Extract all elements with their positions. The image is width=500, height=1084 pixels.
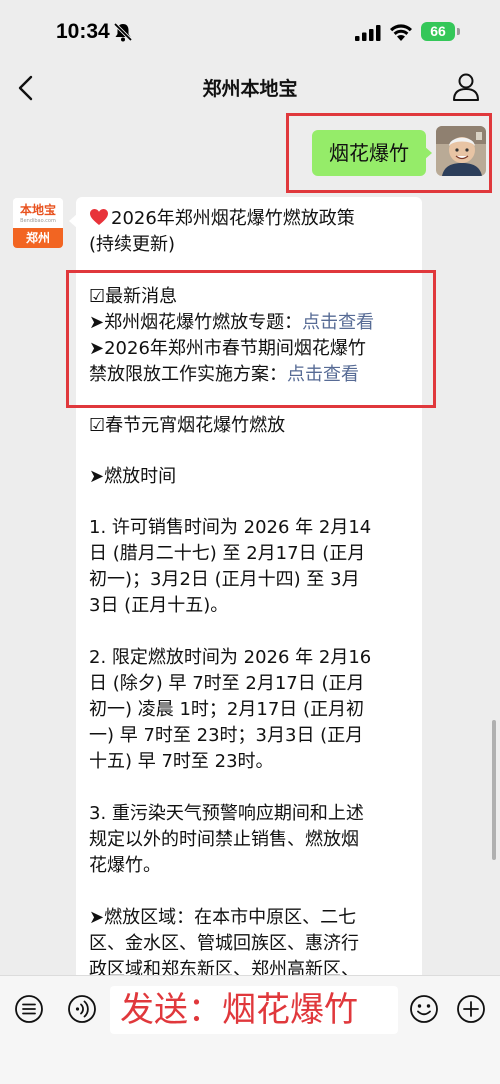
menu-icon[interactable] [14,994,44,1024]
item2-line: 初一) 凌晨 1时；2月17日 (正月初 [89,699,365,720]
profile-icon[interactable] [452,72,480,102]
plus-icon[interactable] [456,994,486,1024]
item2-line: 日 (除夕) 早 7时至 2月17日 (正月 [89,673,365,694]
item2-line: 2. 限定燃放时间为 2026 年 2月16 [89,647,372,668]
item3-line: 3. 重污染天气预警响应期间和上述 [89,803,364,824]
wifi-icon [390,24,412,41]
battery-indicator: 66 [421,22,455,41]
section-heading: ☑春节元宵烟花爆竹燃放 [89,415,286,436]
area-line: ➤燃放区域：在本市中原区、二七 [89,907,357,928]
user-avatar[interactable] [436,126,486,176]
logo-top-area: 本地宝 Bendibao.com [13,198,63,228]
battery-tip [457,28,460,35]
item1-line: 日 (腊月二十七) 至 2月17日 (正月 [89,543,366,564]
outgoing-message-bubble[interactable]: 烟花爆竹 [312,130,426,176]
message-title-suffix: (持续更新) [89,234,176,255]
item2-line: 一) 早 7时至 23时；3月3日 (正月 [89,725,364,746]
message-title-line: 2026年郑州烟花爆竹燃放政策 [89,207,355,231]
logo-city-text: 郑州 [13,228,63,248]
latest-news-highlight-box [66,270,436,408]
item2-line: 十五) 早 7时至 23时。 [89,751,274,772]
message-title: 2026年郑州烟花爆竹燃放政策 [111,208,355,229]
nav-bar: 郑州本地宝 [0,62,500,114]
heart-icon [90,209,108,225]
time-heading: ➤燃放时间 [89,466,177,487]
signal-icon [355,25,381,41]
bell-off-icon [113,22,133,42]
status-time: 10:34 [56,20,110,43]
status-bar: 10:34 66 [0,0,500,62]
send-instruction-overlay: 发送：烟花爆竹 [120,990,358,1030]
logo-url-text: Bendibao.com [20,218,56,224]
logo-brand-text: 本地宝 [19,203,56,217]
scroll-indicator[interactable] [492,720,496,860]
input-bar: 发送：烟花爆竹 [0,975,500,1084]
item1-line: 3日 (正月十五)。 [89,595,229,616]
item3-line: 规定以外的时间禁止销售、燃放烟 [89,829,359,850]
sender-avatar-logo[interactable]: 本地宝 Bendibao.com 郑州 [13,198,63,248]
chat-screen: 10:34 66 郑州本地宝 烟花爆竹 本地宝 Bendibao.com 郑州 … [0,0,500,1084]
emoji-icon[interactable] [409,994,439,1024]
item1-line: 初一)；3月2日 (正月十四) 至 3月 [89,569,360,590]
item3-line: 花爆竹。 [89,855,161,876]
chat-title: 郑州本地宝 [202,78,298,100]
area-line: 区、金水区、管城回族区、惠济行 [89,933,359,954]
item1-line: 1. 许可销售时间为 2026 年 2月14 [89,517,372,538]
voice-icon[interactable] [67,994,97,1024]
